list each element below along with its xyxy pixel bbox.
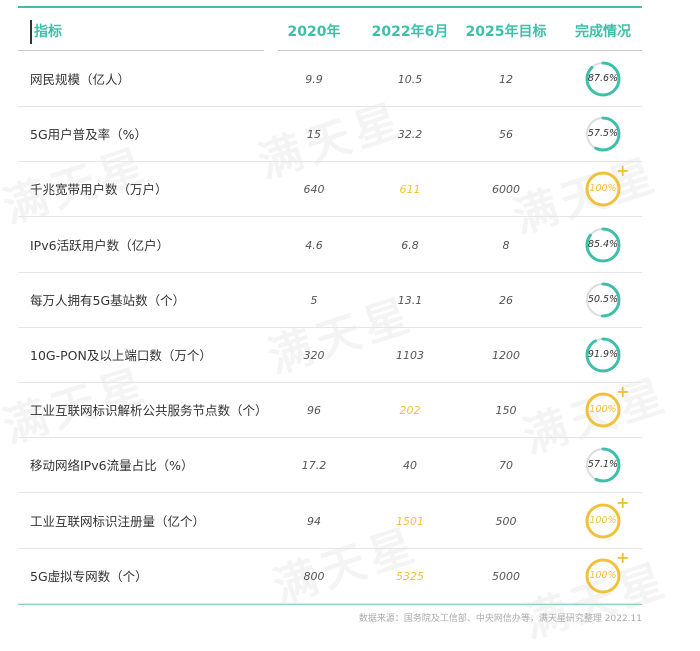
value-2020: 800 bbox=[303, 569, 325, 583]
indicator-name: 5G用户普及率（%） bbox=[30, 127, 148, 143]
completion-ring: 57.5% bbox=[584, 115, 622, 153]
indicator-name: 移动网络IPv6流量占比（%） bbox=[30, 458, 194, 474]
value-2025: 5000 bbox=[492, 569, 520, 583]
header-2020: 2020年 bbox=[287, 24, 341, 40]
value-2025: 150 bbox=[495, 404, 517, 418]
value-2025: 500 bbox=[495, 514, 517, 528]
completion-percent: 57.1% bbox=[587, 459, 619, 471]
header-divider bbox=[278, 50, 642, 51]
indicator-name: 网民规模（亿人） bbox=[30, 72, 131, 87]
value-2025: 1200 bbox=[492, 349, 520, 362]
value-2022: 40 bbox=[403, 459, 417, 473]
value-2025: 12 bbox=[499, 73, 513, 86]
table-row: 10G-PON及以上端口数（万个） 320 1103 1200 91.9% bbox=[18, 328, 642, 383]
table-row: 工业互联网标识解析公共服务节点数（个） 96 202 150 100% + bbox=[18, 382, 642, 439]
indicator-name: 千兆宽带用户数（万户） bbox=[30, 182, 168, 198]
indicator-name: 工业互联网标识解析公共服务节点数（个） bbox=[30, 403, 268, 419]
plus-icon: + bbox=[616, 492, 630, 512]
table-row: 5G虚拟专网数（个） 800 5325 5000 100% + bbox=[18, 549, 642, 604]
value-2020: 9.9 bbox=[305, 73, 323, 86]
table-row: 5G用户普及率（%） 15 32.2 56 57.5% bbox=[18, 107, 642, 163]
completion-ring: 87.6% bbox=[584, 60, 622, 98]
completion-percent: 85.4% bbox=[587, 238, 619, 250]
value-2022: 202 bbox=[399, 404, 421, 418]
indicator-name: IPv6活跃用户数（亿户） bbox=[30, 237, 170, 253]
indicator-name: 每万人拥有5G基站数（个） bbox=[30, 292, 186, 308]
plus-icon: + bbox=[616, 382, 630, 402]
header-status: 完成情况 bbox=[575, 24, 631, 40]
value-2022: 1103 bbox=[396, 349, 424, 362]
value-2022: 5325 bbox=[396, 569, 424, 583]
completion-ring: 50.5% bbox=[584, 281, 622, 319]
completion-ring: 91.9% bbox=[584, 336, 622, 374]
completion-percent: 87.6% bbox=[587, 73, 619, 84]
header-divider bbox=[18, 50, 264, 51]
indicator-name: 10G-PON及以上端口数（万个） bbox=[30, 348, 212, 363]
value-2022: 1501 bbox=[396, 514, 424, 528]
value-2025: 8 bbox=[502, 238, 510, 252]
value-2020: 4.6 bbox=[305, 238, 323, 252]
value-2022: 611 bbox=[399, 183, 421, 197]
plus-icon: + bbox=[616, 547, 630, 567]
value-2020: 640 bbox=[303, 183, 325, 197]
table-row: 工业互联网标识注册量（亿个） 94 1501 500 100% + bbox=[18, 494, 642, 549]
value-2022: 32.2 bbox=[397, 128, 423, 142]
value-2020: 94 bbox=[307, 514, 321, 528]
header-indicator: 指标 bbox=[30, 20, 62, 44]
top-rule bbox=[18, 6, 642, 8]
value-2020: 96 bbox=[307, 404, 321, 418]
value-2022: 10.5 bbox=[397, 73, 423, 86]
table-row: 千兆宽带用户数（万户） 640 611 6000 100% + bbox=[18, 161, 642, 218]
value-2022: 6.8 bbox=[401, 238, 419, 252]
plus-icon: + bbox=[616, 161, 630, 181]
indicator-name: 5G虚拟专网数（个） bbox=[30, 568, 148, 584]
value-2020: 5 bbox=[310, 293, 318, 307]
indicator-name: 工业互联网标识注册量（亿个） bbox=[30, 513, 206, 529]
value-2020: 17.2 bbox=[301, 459, 327, 473]
table-row: 每万人拥有5G基站数（个） 5 13.1 26 50.5% bbox=[18, 273, 642, 328]
source-note: 数据来源：国务院及工信部、中央网信办等，满天星研究整理 2022.11 bbox=[358, 614, 642, 624]
completion-percent: 50.5% bbox=[587, 293, 619, 305]
header-2022: 2022年6月 bbox=[371, 24, 449, 40]
table-row: 移动网络IPv6流量占比（%） 17.2 40 70 57.1% bbox=[18, 438, 642, 494]
value-2025: 56 bbox=[499, 128, 513, 142]
completion-ring: 57.1% bbox=[584, 446, 622, 484]
completion-percent: 91.9% bbox=[587, 349, 619, 360]
value-2020: 320 bbox=[303, 349, 325, 362]
completion-ring: 85.4% bbox=[584, 226, 622, 264]
bottom-rule bbox=[18, 604, 642, 605]
value-2020: 15 bbox=[307, 128, 321, 142]
value-2025: 6000 bbox=[492, 183, 520, 197]
table-row: 网民规模（亿人） 9.9 10.5 12 87.6% bbox=[18, 52, 642, 107]
value-2022: 13.1 bbox=[397, 293, 423, 307]
value-2025: 70 bbox=[499, 459, 513, 473]
table-row: IPv6活跃用户数（亿户） 4.6 6.8 8 85.4% bbox=[18, 218, 642, 273]
completion-percent: 57.5% bbox=[587, 128, 619, 140]
value-2025: 26 bbox=[499, 293, 513, 307]
header-2025: 2025年目标 bbox=[465, 24, 547, 40]
